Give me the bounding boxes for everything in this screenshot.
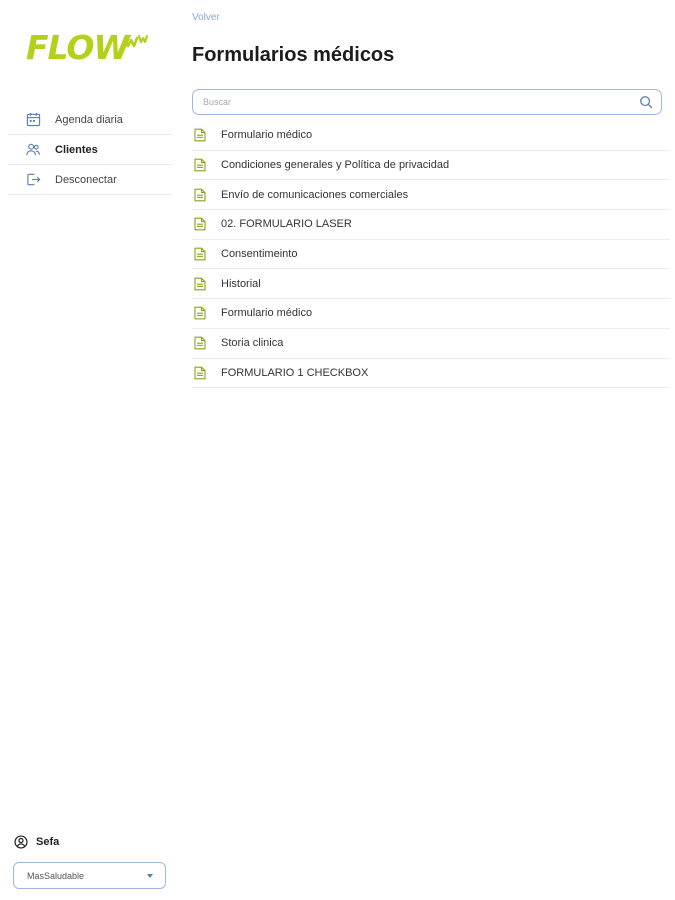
flow-logo: FLOW <box>26 26 156 67</box>
list-item-label: Condiciones generales y Política de priv… <box>221 159 450 172</box>
caret-down-icon <box>147 873 153 878</box>
page-title: Formularios médicos <box>192 44 395 66</box>
search-icon[interactable] <box>639 95 653 109</box>
list-item[interactable]: Consentimeinto <box>192 240 670 270</box>
list-item-label: Envío de comunicaciones comerciales <box>221 188 409 201</box>
document-icon <box>194 277 206 291</box>
document-icon <box>194 128 206 142</box>
sidebar: FLOW Agenda diaria Clientes Desconectar … <box>0 0 180 900</box>
list-item-label: Consentimeinto <box>221 248 298 261</box>
search-box <box>192 89 662 115</box>
sidebar-item-agenda-diaria[interactable]: Agenda diaria <box>8 105 172 135</box>
back-link[interactable]: Volver <box>192 12 220 23</box>
document-icon <box>194 217 206 231</box>
document-icon <box>194 366 206 380</box>
document-icon <box>194 336 206 350</box>
forms-list: Formulario médico Condiciones generales … <box>192 121 670 389</box>
search-input[interactable] <box>203 97 639 107</box>
list-item[interactable]: Historial <box>192 269 670 300</box>
svg-text:FLOW: FLOW <box>26 28 131 66</box>
user-circle-icon <box>14 835 28 849</box>
center-select-value: MasSaludable <box>27 870 85 881</box>
logout-icon <box>25 172 41 188</box>
document-icon <box>194 306 206 320</box>
user-profile: Sefa <box>14 835 59 849</box>
list-item[interactable]: FORMULARIO 1 CHECKBOX <box>192 359 670 389</box>
sidebar-item-label: Agenda diaria <box>55 113 123 126</box>
document-icon <box>194 188 206 202</box>
list-item-label: Formulario médico <box>221 307 313 320</box>
list-item-label: FORMULARIO 1 CHECKBOX <box>221 366 369 379</box>
list-item[interactable]: Formulario médico <box>192 121 670 151</box>
list-item[interactable]: Storia clinica <box>192 329 670 359</box>
center-select[interactable]: MasSaludable <box>13 862 166 889</box>
user-name: Sefa <box>36 836 60 848</box>
list-item-label: 02. FORMULARIO LASER <box>221 218 352 231</box>
calendar-icon <box>25 112 41 128</box>
sidebar-item-desconectar[interactable]: Desconectar <box>8 165 172 195</box>
list-item[interactable]: Envío de comunicaciones comerciales <box>192 180 670 211</box>
list-item[interactable]: Formulario médico <box>192 299 670 329</box>
list-item-label: Historial <box>221 277 261 290</box>
document-icon <box>194 158 206 172</box>
list-item[interactable]: Condiciones generales y Política de priv… <box>192 151 670 181</box>
list-item-label: Storia clinica <box>221 337 284 350</box>
list-item-label: Formulario médico <box>221 129 313 142</box>
sidebar-nav: Agenda diaria Clientes Desconectar <box>8 105 172 195</box>
users-icon <box>25 142 41 158</box>
app: FLOW Agenda diaria Clientes Desconectar … <box>0 0 675 900</box>
list-item[interactable]: 02. FORMULARIO LASER <box>192 210 670 240</box>
document-icon <box>194 247 206 261</box>
sidebar-item-clientes[interactable]: Clientes <box>8 135 172 165</box>
sidebar-item-label: Clientes <box>55 143 98 156</box>
sidebar-item-label: Desconectar <box>55 173 117 186</box>
